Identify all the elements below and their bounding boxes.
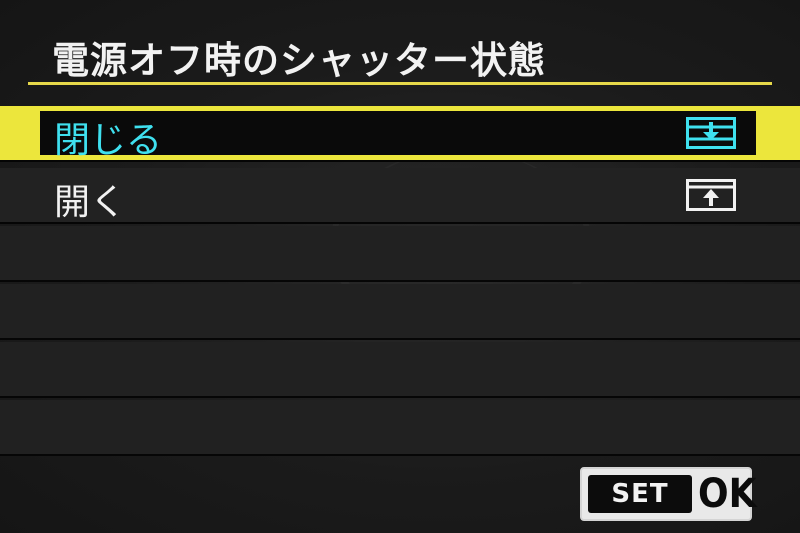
empty-menu-row — [0, 226, 800, 282]
menu-option-close-highlight: 閉じる — [40, 111, 756, 161]
shutter-open-icon — [686, 179, 736, 211]
menu-option-label: 開く — [54, 182, 127, 223]
set-label: SET — [588, 475, 692, 513]
ok-label: OK — [698, 471, 757, 517]
empty-menu-row — [0, 342, 800, 398]
menu-option-open[interactable]: 開く — [0, 168, 800, 224]
page-title: 電源オフ時のシャッター状態 — [52, 39, 546, 82]
empty-menu-row — [0, 400, 800, 456]
menu-option-close[interactable]: 閉じる — [0, 106, 800, 162]
set-ok-button[interactable]: SET OK — [580, 467, 757, 521]
empty-menu-row — [0, 284, 800, 340]
camera-menu-screen: 電源オフ時のシャッター状態 閉じる 開く SET OK — [0, 0, 800, 533]
shutter-closed-icon — [686, 117, 736, 149]
menu-option-label: 閉じる — [54, 120, 163, 161]
title-divider — [28, 82, 772, 85]
